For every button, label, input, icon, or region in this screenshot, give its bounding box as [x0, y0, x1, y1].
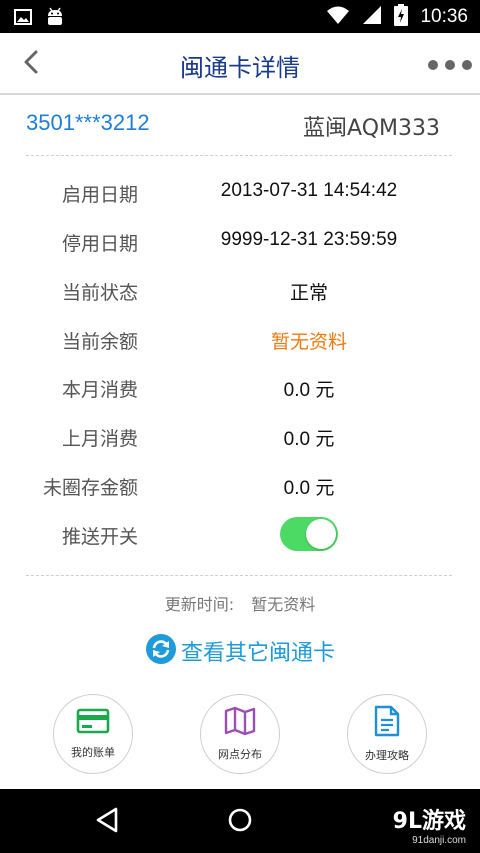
update-label: 更新时间:	[164, 595, 235, 614]
detail-row-this-month: 本月消费 0.0 元	[0, 367, 480, 407]
detail-value: 0.0 元	[283, 380, 335, 401]
detail-label: 停用日期	[61, 233, 138, 255]
view-other-cards-link[interactable]: 查看其它闽通卡	[0, 633, 480, 669]
signal-icon	[362, 5, 382, 29]
my-bills-button[interactable]: 我的账单	[53, 694, 133, 774]
detail-value: 正常	[289, 283, 328, 304]
divider	[26, 155, 452, 156]
detail-value: 0.0 元	[283, 478, 335, 499]
more-button[interactable]	[428, 51, 472, 79]
back-triangle-icon	[95, 807, 119, 837]
toggle-knob	[306, 519, 336, 549]
status-bar: 10:36	[0, 0, 480, 33]
detail-label: 本月消费	[61, 379, 138, 401]
nav-home-button[interactable]	[223, 805, 257, 839]
watermark-url: 91danji.com	[412, 835, 466, 846]
detail-row-status: 当前状态 正常	[0, 270, 480, 310]
status-time: 10:36	[420, 6, 468, 27]
guide-label: 办理攻略	[365, 749, 409, 762]
document-icon	[373, 705, 401, 741]
nav-bar: 9L游戏 91danji.com	[0, 789, 480, 853]
refresh-icon	[145, 633, 177, 669]
app-header: 闽通卡详情	[0, 33, 480, 95]
detail-row-balance: 当前余额 暂无资料	[0, 319, 480, 359]
bill-card-icon	[76, 708, 110, 738]
detail-row-start-date: 启用日期 2013-07-31 14:54:42	[0, 172, 480, 212]
detail-value: 0.0 元	[283, 429, 335, 450]
more-dot	[428, 60, 438, 70]
card-number: 3501***3212	[26, 110, 150, 135]
watermark: 9L游戏 91danji.com	[393, 803, 466, 846]
detail-row-unloaded-amount: 未圈存金额 0.0 元	[0, 465, 480, 505]
detail-label: 当前状态	[61, 282, 138, 304]
detail-value: 9999-12-31 23:59:59	[220, 229, 398, 250]
detail-label: 未圈存金额	[42, 477, 138, 499]
android-icon	[46, 7, 64, 31]
more-dot	[462, 60, 472, 70]
detail-value: 2013-07-31 14:54:42	[220, 180, 398, 201]
push-toggle[interactable]	[280, 517, 338, 551]
guide-button[interactable]: 办理攻略	[347, 694, 427, 774]
view-other-cards-label: 查看其它闽通卡	[180, 641, 335, 666]
detail-label: 启用日期	[61, 184, 138, 206]
divider	[26, 575, 452, 576]
more-dot	[445, 60, 455, 70]
detail-label: 推送开关	[61, 526, 138, 548]
card-row: 3501***3212 蓝闽AQM333	[26, 110, 454, 144]
my-bills-label: 我的账单	[71, 746, 115, 759]
outlets-button[interactable]: 网点分布	[200, 694, 280, 774]
detail-row-end-date: 停用日期 9999-12-31 23:59:59	[0, 221, 480, 261]
image-icon	[14, 9, 32, 29]
outlets-label: 网点分布	[218, 748, 262, 761]
home-circle-icon	[227, 807, 253, 837]
battery-charging-icon	[394, 4, 409, 30]
detail-label: 当前余额	[61, 331, 138, 353]
page-title: 闽通卡详情	[180, 54, 300, 82]
update-row: 更新时间: 暂无资料	[0, 591, 480, 615]
map-icon	[224, 706, 256, 740]
detail-row-last-month: 上月消费 0.0 元	[0, 416, 480, 456]
wifi-icon	[326, 5, 350, 29]
watermark-logo: 9L游戏	[392, 809, 466, 834]
detail-value: 暂无资料	[270, 332, 347, 353]
detail-row-push: 推送开关	[0, 514, 480, 554]
nav-back-button[interactable]	[90, 805, 124, 839]
plate-number: 蓝闽AQM333	[303, 116, 440, 141]
update-value: 暂无资料	[251, 595, 316, 614]
detail-label: 上月消费	[61, 428, 138, 450]
